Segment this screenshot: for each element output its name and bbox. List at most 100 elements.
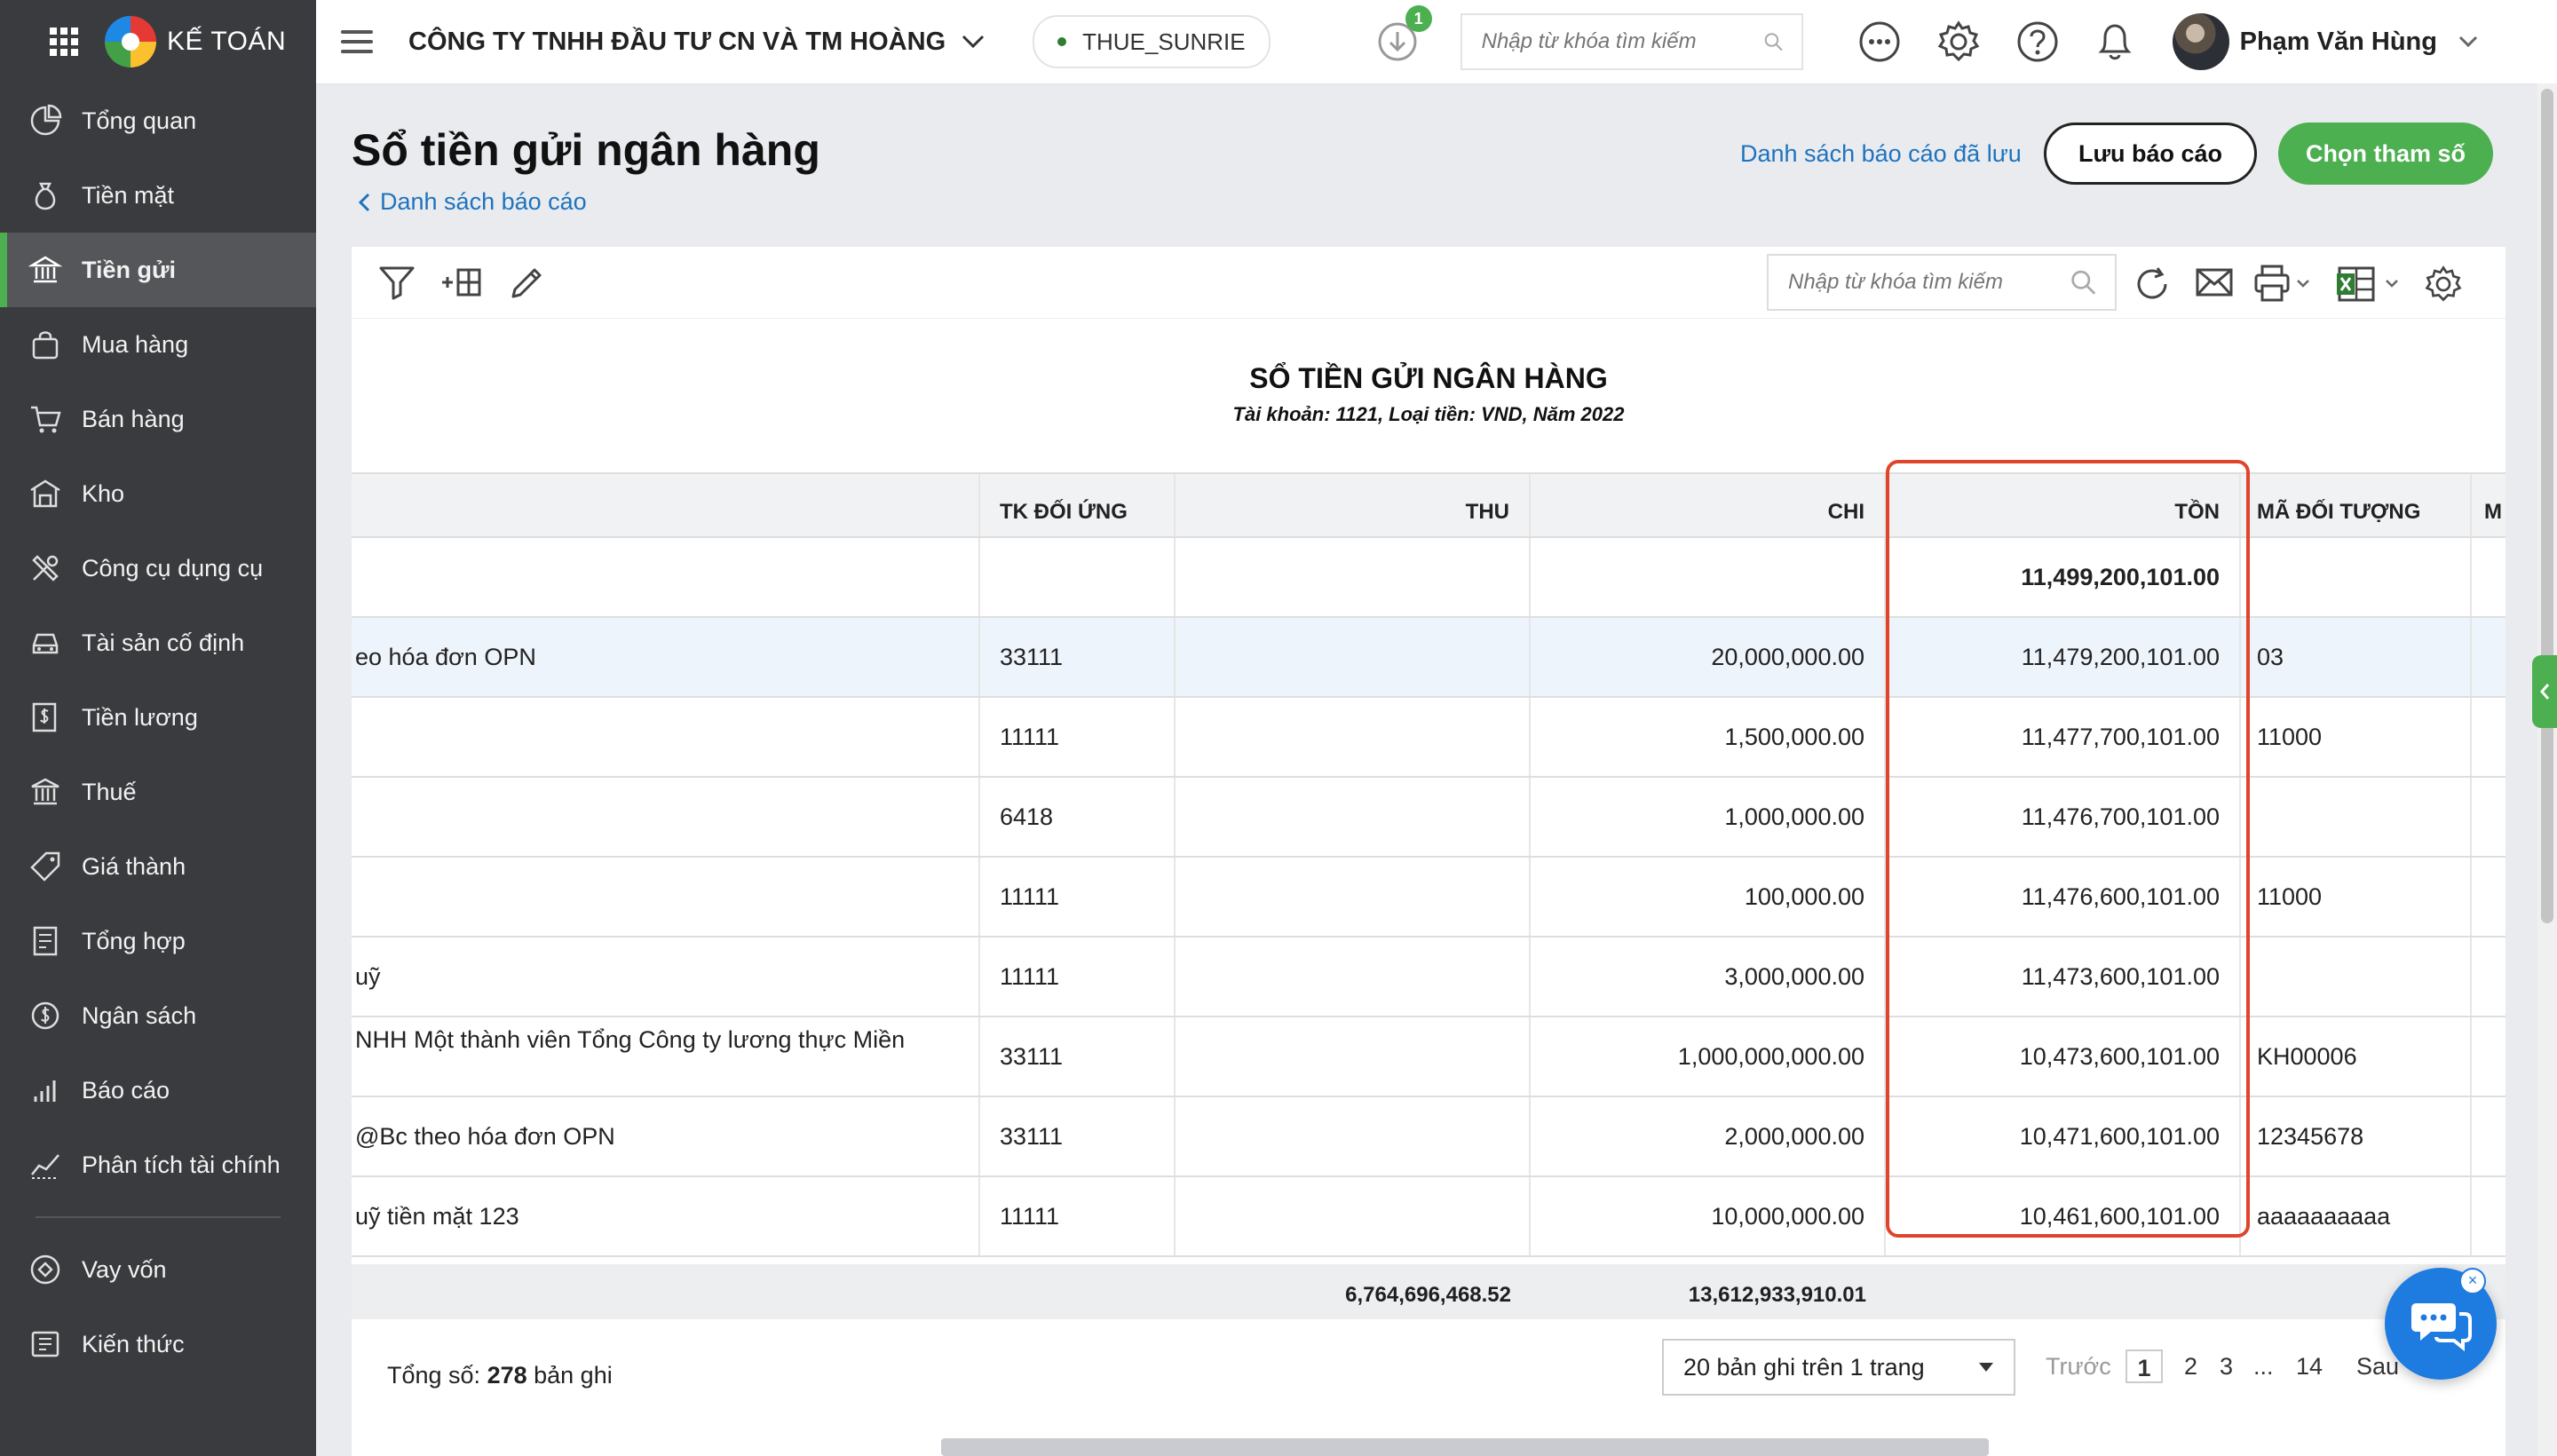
total-label: Tổng số: — [387, 1362, 487, 1389]
cell-account: 6418 — [980, 778, 1176, 856]
avatar[interactable] — [2172, 13, 2229, 70]
table-row[interactable]: 6418 1,000,000.00 11,476,700,101.00 — [352, 778, 2506, 858]
more-options-icon[interactable] — [1858, 20, 1901, 63]
company-selector[interactable]: CÔNG TY TNHH ĐẦU TƯ CN VÀ TM HOÀNG — [408, 28, 946, 57]
cell-thu — [1176, 618, 1531, 696]
cart-icon — [28, 402, 62, 436]
table-row[interactable]: uỹ 11111 3,000,000.00 11,473,600,101.00 — [352, 938, 2506, 1017]
search-icon[interactable] — [1763, 27, 1784, 57]
column-header-thu[interactable]: THU — [1176, 474, 1531, 536]
sidebar-item-cart[interactable]: Bán hàng — [0, 382, 316, 456]
app-logo[interactable] — [105, 16, 156, 67]
hamburger-menu-icon[interactable] — [341, 24, 373, 59]
sidebar-item-tools[interactable]: Công cụ dụng cụ — [0, 531, 316, 605]
next-page-button[interactable]: Sau — [2356, 1353, 2399, 1381]
back-to-report-list-link[interactable]: Danh sách báo cáo — [357, 188, 587, 216]
report-settings-gear-icon[interactable] — [2424, 265, 2463, 304]
cell-object-code: 03 — [2241, 618, 2472, 696]
side-panel-toggle[interactable] — [2532, 655, 2557, 728]
prev-page-button[interactable]: Trước — [2046, 1353, 2111, 1381]
sidebar-item-label: Tổng hợp — [82, 927, 186, 954]
report-search-input[interactable] — [1786, 269, 2070, 296]
app-name[interactable]: KẾ TOÁN — [167, 27, 286, 57]
sidebar-item-knowledge[interactable]: Kiến thức — [0, 1307, 316, 1381]
table-row[interactable]: @Bc theo hóa đơn OPN 33111 2,000,000.00 10,… — [352, 1097, 2506, 1177]
user-name[interactable]: Phạm Văn Hùng — [2240, 28, 2437, 57]
table-row[interactable]: 11111 100,000.00 11,476,600,101.00 11000 — [352, 858, 2506, 938]
chat-close-icon[interactable]: × — [2459, 1268, 2486, 1294]
saved-reports-link[interactable]: Danh sách báo cáo đã lưu — [1740, 140, 2022, 168]
edit-pencil-icon[interactable] — [508, 265, 545, 302]
cell-object-code: 12345678 — [2241, 1097, 2472, 1175]
column-header-balance[interactable]: TỒN — [1886, 474, 2241, 536]
choose-parameters-button[interactable]: Chọn tham số — [2278, 123, 2493, 185]
user-menu[interactable]: Phạm Văn Hùng — [2172, 13, 2478, 70]
page-14-button[interactable]: 14 — [2296, 1353, 2323, 1381]
chevron-down-icon[interactable] — [2458, 36, 2478, 48]
page-size-select[interactable]: 20 bản ghi trên 1 trang — [1662, 1339, 2015, 1396]
save-report-button[interactable]: Lưu báo cáo — [2044, 123, 2257, 185]
sidebar-item-dashboard[interactable]: Tổng quan — [0, 83, 316, 158]
cell-more — [2472, 938, 2506, 1016]
settings-gear-icon[interactable] — [1936, 20, 1981, 64]
sidebar-item-summary-doc[interactable]: Tổng hợp — [0, 904, 316, 978]
sidebar-item-label: Giá thành — [82, 852, 186, 880]
download-button[interactable]: 1 — [1377, 5, 1432, 62]
sidebar-item-analytics[interactable]: Phân tích tài chính — [0, 1128, 316, 1202]
sidebar-item-salary[interactable]: Tiền lương — [0, 680, 316, 755]
opening-balance-row[interactable]: 11,499,200,101.00 — [352, 538, 2506, 618]
refresh-icon[interactable] — [2133, 265, 2172, 304]
sidebar-item-shopping-bag[interactable]: Mua hàng — [0, 307, 316, 382]
chevron-down-icon[interactable] — [962, 35, 985, 49]
sidebar-item-car[interactable]: Tài sản cố định — [0, 605, 316, 680]
email-icon[interactable] — [2195, 265, 2234, 300]
sidebar-item-tax-building[interactable]: Thuế — [0, 755, 316, 829]
column-header-chi[interactable]: CHI — [1531, 474, 1886, 536]
cell-description: @Bc theo hóa đơn OPN — [352, 1097, 980, 1175]
table-row[interactable]: 11111 1,500,000.00 11,477,700,101.00 11000 — [352, 698, 2506, 778]
cell-balance: 10,461,600,101.00 — [1886, 1177, 2241, 1255]
help-icon[interactable] — [2016, 20, 2059, 63]
sidebar-item-loan[interactable]: Vay vốn — [0, 1232, 316, 1307]
page-2-button[interactable]: 2 — [2184, 1353, 2197, 1381]
sidebar-item-bar-chart[interactable]: Báo cáo — [0, 1053, 316, 1128]
column-header-more[interactable]: M — [2472, 474, 2506, 536]
print-icon[interactable] — [2253, 265, 2316, 304]
sidebar-item-price-tag[interactable]: Giá thành — [0, 829, 316, 904]
sidebar-item-budget[interactable]: Ngân sách — [0, 978, 316, 1053]
table-body: eo hóa đơn OPN 33111 20,000,000.00 11,479,2… — [352, 618, 2506, 1257]
filter-icon[interactable] — [378, 265, 416, 300]
page-3-button[interactable]: 3 — [2220, 1353, 2233, 1381]
table-row[interactable]: eo hóa đơn OPN 33111 20,000,000.00 11,479,2… — [352, 618, 2506, 698]
report-subtitle: Tài khoản: 1121, Loại tiền: VND, Năm 202… — [1232, 403, 1625, 425]
sidebar-item-warehouse[interactable]: Kho — [0, 456, 316, 531]
column-header-description[interactable] — [352, 474, 980, 536]
column-header-account[interactable]: TK ĐỐI ỨNG — [980, 474, 1176, 536]
global-search-field[interactable] — [1460, 13, 1803, 70]
cell-description: uỹ tiền mặt 123 — [352, 1177, 980, 1255]
horizontal-scrollbar[interactable] — [941, 1438, 1989, 1456]
global-search-input[interactable] — [1479, 28, 1763, 55]
apps-grid-icon[interactable] — [50, 28, 78, 56]
report-search-field[interactable] — [1767, 254, 2117, 311]
sidebar-item-label: Ngân sách — [82, 1001, 197, 1029]
database-pill[interactable]: THUE_SUNRIE — [1033, 15, 1271, 68]
cell-balance: 10,471,600,101.00 — [1886, 1097, 2241, 1175]
sidebar-item-bank[interactable]: Tiền gửi — [0, 233, 316, 307]
table-row[interactable]: NHH Một thành viên Tổng Công ty lương th… — [352, 1017, 2506, 1097]
search-icon[interactable] — [2070, 267, 2097, 297]
add-row-icon[interactable] — [440, 265, 481, 300]
excel-export-icon[interactable] — [2337, 265, 2404, 304]
cell-more — [2472, 618, 2506, 696]
cell-chi: 20,000,000.00 — [1531, 618, 1886, 696]
column-header-object-code[interactable]: MÃ ĐỐI TƯỢNG — [2241, 474, 2472, 536]
notification-bell-icon[interactable] — [2094, 20, 2135, 64]
table-row[interactable]: uỹ tiền mặt 123 11111 10,000,000.00 10,461,… — [352, 1177, 2506, 1257]
cell-chi: 1,000,000,000.00 — [1531, 1017, 1886, 1096]
vertical-scrollbar-thumb[interactable] — [2541, 89, 2553, 923]
sidebar-item-label: Tiền lương — [82, 703, 198, 731]
page-1-button[interactable]: 1 — [2126, 1349, 2163, 1383]
sidebar-item-money-bag[interactable]: Tiền mặt — [0, 158, 316, 233]
cell-object-code: KH00006 — [2241, 1017, 2472, 1096]
cell-account: 33111 — [980, 1097, 1176, 1175]
